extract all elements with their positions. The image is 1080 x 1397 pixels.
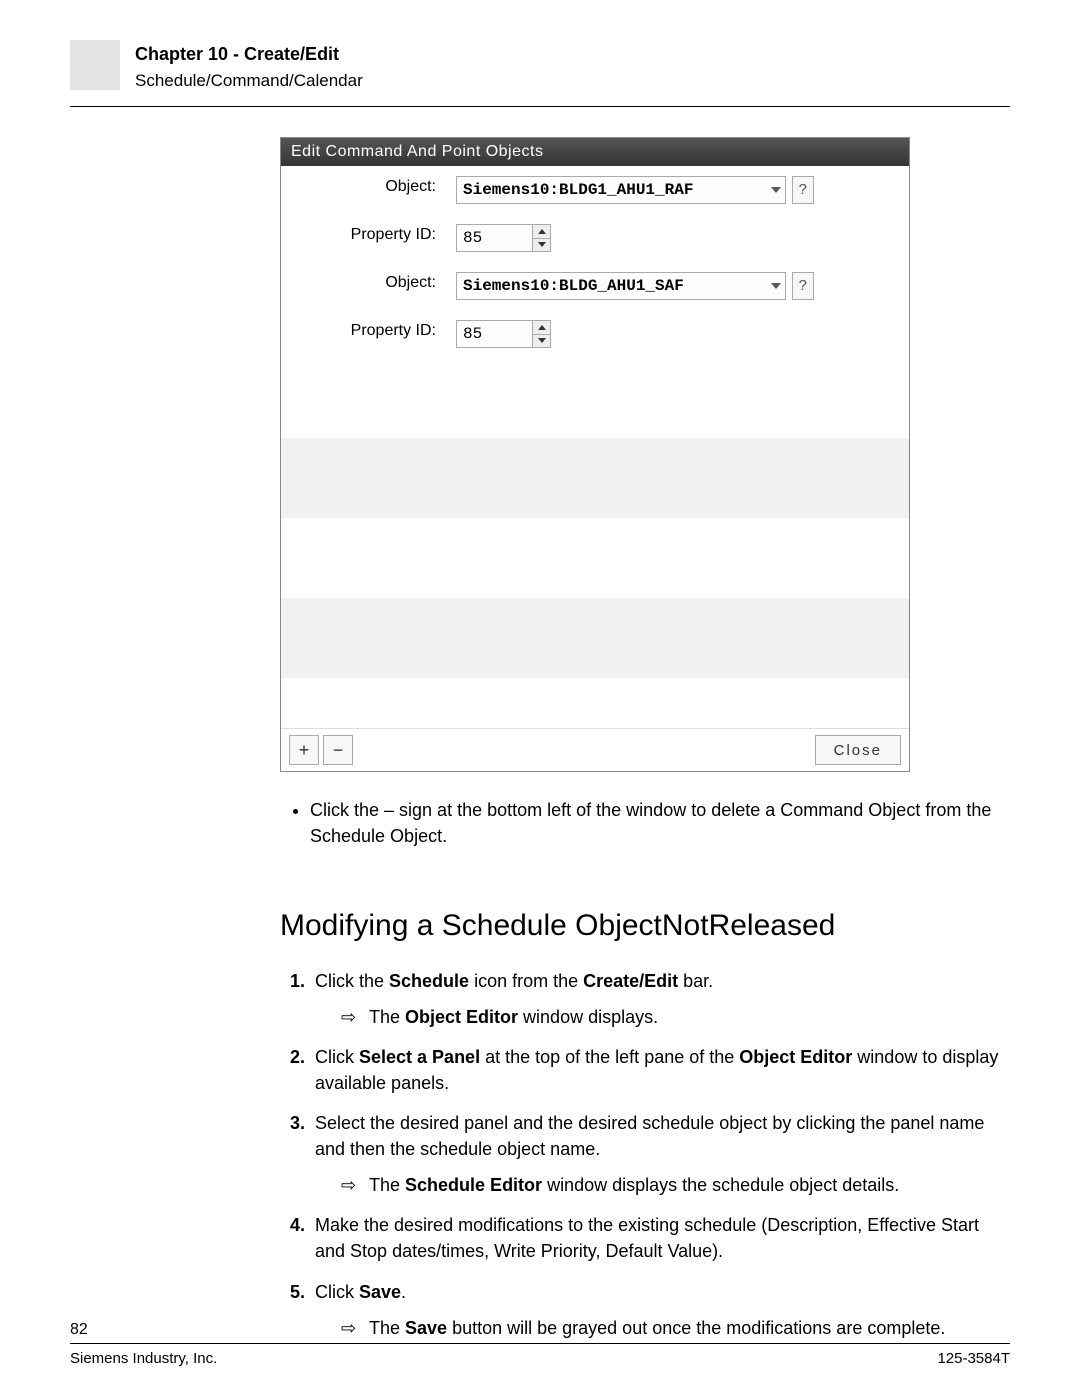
step-1-result: The Object Editor window displays. xyxy=(369,1004,658,1030)
window-footer: + − Close xyxy=(281,728,909,771)
add-button[interactable]: + xyxy=(289,735,319,765)
page-header: Chapter 10 - Create/Edit Schedule/Comman… xyxy=(70,40,1010,91)
triangle-down-icon xyxy=(538,242,546,247)
footer-docid: 125-3584T xyxy=(937,1350,1010,1367)
step-4: Make the desired modifications to the ex… xyxy=(310,1212,1000,1264)
object-combo-1[interactable]: Siemens10:BLDG1_AHU1_RAF xyxy=(456,176,786,204)
blank-row xyxy=(281,358,909,438)
window-title: Edit Command And Point Objects xyxy=(281,138,909,166)
step-1: Click the Schedule icon from the Create/… xyxy=(310,968,1000,1030)
step-2: Click Select a Panel at the top of the l… xyxy=(310,1044,1000,1096)
close-button[interactable]: Close xyxy=(815,735,901,765)
steps-list: Click the Schedule icon from the Create/… xyxy=(280,968,1000,1341)
property-id-value-1: 85 xyxy=(457,229,482,247)
logo-placeholder xyxy=(70,40,120,90)
section-heading: Modifying a Schedule ObjectNotReleased xyxy=(280,904,1000,948)
blank-row xyxy=(281,598,909,678)
blank-row xyxy=(281,678,909,728)
blank-row xyxy=(281,438,909,518)
property-id-value-2: 85 xyxy=(457,325,482,343)
spinner-up-button[interactable] xyxy=(532,321,550,335)
object-combo-2[interactable]: Siemens10:BLDG_AHU1_SAF xyxy=(456,272,786,300)
chevron-down-icon xyxy=(771,187,781,193)
triangle-up-icon xyxy=(538,229,546,234)
property-id-label-2: Property ID: xyxy=(281,310,446,358)
spinner-down-button[interactable] xyxy=(532,239,550,252)
triangle-up-icon xyxy=(538,325,546,330)
step-3-result: The Schedule Editor window displays the … xyxy=(369,1172,899,1198)
object-label-2: Object: xyxy=(281,262,446,310)
blank-row xyxy=(281,518,909,598)
spinner-up-button[interactable] xyxy=(532,225,550,239)
section-title: Schedule/Command/Calendar xyxy=(135,71,1010,91)
page-number: 82 xyxy=(70,1321,1010,1339)
header-rule xyxy=(70,106,1010,107)
bullet-text: Click the – sign at the bottom left of t… xyxy=(310,797,1000,849)
help-button[interactable]: ? xyxy=(792,272,814,300)
spinner-down-button[interactable] xyxy=(532,335,550,348)
property-id-spinner-2[interactable]: 85 xyxy=(456,320,551,348)
footer-company: Siemens Industry, Inc. xyxy=(70,1350,217,1367)
triangle-down-icon xyxy=(538,338,546,343)
page-footer: 82 Siemens Industry, Inc. 125-3584T xyxy=(70,1321,1010,1367)
property-id-label: Property ID: xyxy=(281,214,446,262)
object-combo-1-value: Siemens10:BLDG1_AHU1_RAF xyxy=(463,181,693,199)
chapter-title: Chapter 10 - Create/Edit xyxy=(135,44,1010,65)
property-id-spinner-1[interactable]: 85 xyxy=(456,224,551,252)
result-arrow-icon: ⇨ xyxy=(341,1004,369,1030)
help-button[interactable]: ? xyxy=(792,176,814,204)
step-3: Select the desired panel and the desired… xyxy=(310,1110,1000,1198)
remove-button[interactable]: − xyxy=(323,735,353,765)
result-arrow-icon: ⇨ xyxy=(341,1172,369,1198)
object-label: Object: xyxy=(281,166,446,214)
footer-rule xyxy=(70,1343,1010,1344)
edit-command-window: Edit Command And Point Objects Object: S… xyxy=(280,137,910,772)
chevron-down-icon xyxy=(771,283,781,289)
object-combo-2-value: Siemens10:BLDG_AHU1_SAF xyxy=(463,277,684,295)
form-grid: Object: Siemens10:BLDG1_AHU1_RAF ? Prope… xyxy=(281,166,909,728)
